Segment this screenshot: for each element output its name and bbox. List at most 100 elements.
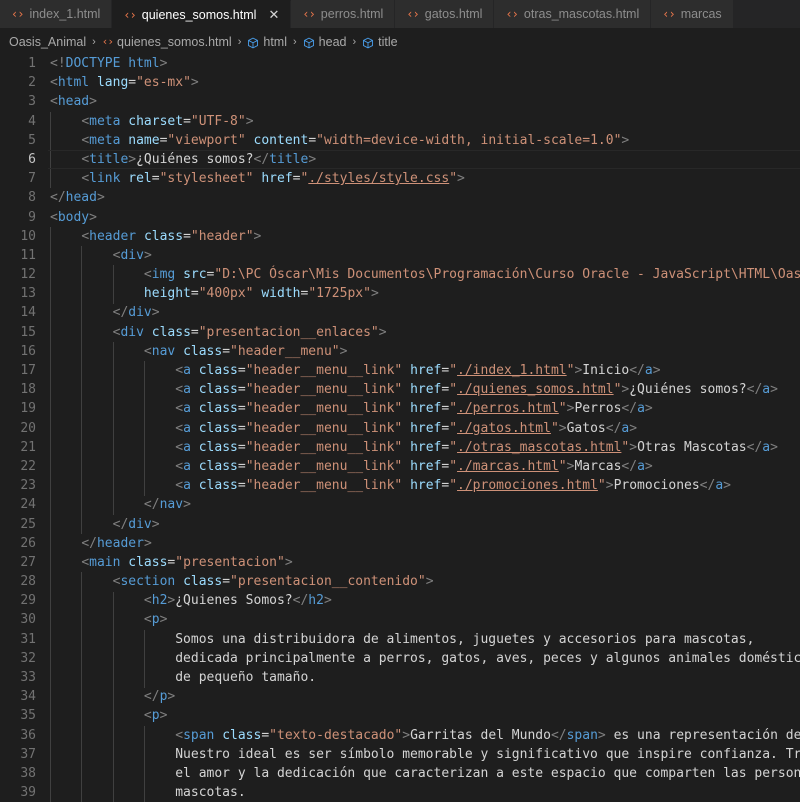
editor-tab-marcas[interactable]: ‹› marcas (651, 0, 734, 28)
code-line[interactable]: 29 <h2>¿Quienes Somos?</h2> (0, 591, 800, 610)
code-line[interactable]: 1 <!DOCTYPE html> (0, 54, 800, 73)
code-line[interactable]: 32 dedicada principalmente a perros, gat… (0, 649, 800, 668)
code-token: Garritas del Mundo (410, 727, 551, 743)
code-token: " (449, 439, 458, 455)
editor-tab-otras_mascotas-html[interactable]: ‹› otras_mascotas.html (494, 0, 652, 28)
code-line[interactable]: 28 <section class="presentacion__conteni… (0, 572, 800, 591)
symbol-cube-icon (303, 37, 315, 49)
code-line[interactable]: 38 el amor y la dedicación que caracteri… (0, 764, 800, 783)
code-line[interactable]: 7 <link rel="stylesheet" href="./styles/… (0, 169, 800, 188)
code-line[interactable]: 21 <a class="header__menu__link" href=".… (0, 438, 800, 457)
code-token: < (143, 267, 152, 283)
html-file-icon: ‹› (505, 7, 518, 21)
code-content[interactable]: 1 <!DOCTYPE html> 2 <html lang="es-mx"> 3 <he… (0, 54, 800, 802)
line-number: 26 (20, 535, 36, 551)
code-token: " (449, 478, 458, 494)
code-token: = (190, 286, 199, 302)
line-number: 16 (20, 343, 36, 359)
code-line[interactable]: 25 </div> (0, 515, 800, 534)
code-token: "es-mx" (136, 75, 191, 91)
code-line[interactable]: 5 <meta name="viewport" content="width=d… (0, 131, 800, 150)
code-line[interactable]: 4 <meta charset="UTF-8"> (0, 112, 800, 131)
code-token: a (183, 478, 191, 494)
code-line[interactable]: 20 <a class="header__menu__link" href=".… (0, 419, 800, 438)
code-line[interactable]: 17 <a class="header__menu__link" href=".… (0, 361, 800, 380)
code-line[interactable]: 31 Somos una distribuidora de alimentos,… (0, 630, 800, 649)
code-text: </nav> (50, 495, 191, 514)
code-line[interactable]: 30 <p> (0, 610, 800, 629)
code-token: " (550, 420, 559, 436)
code-line[interactable]: 2 <html lang="es-mx"> (0, 73, 800, 92)
tab-close-icon[interactable]: ✕ (268, 8, 279, 21)
breadcrumb-item-quienes_somos-html[interactable]: ‹› quienes_somos.html (102, 35, 232, 49)
code-line[interactable]: 35 <p> (0, 706, 800, 725)
code-token: a (715, 478, 724, 494)
code-line[interactable]: 26 </header> (0, 534, 800, 553)
code-line[interactable]: 22 <a class="header__menu__link" href=".… (0, 457, 800, 476)
html-file-icon: ‹› (302, 7, 315, 21)
code-text: <div> (50, 246, 152, 265)
breadcrumb: Oasis_Animal › ‹› quienes_somos.html › html › h… (0, 29, 800, 54)
code-line[interactable]: 33 de pequeño tamaño. (0, 668, 800, 687)
code-token: class (183, 574, 223, 590)
code-line[interactable]: 18 <a class="header__menu__link" href=".… (0, 380, 800, 399)
code-token: </ (81, 535, 97, 551)
code-line[interactable]: 14 </div> (0, 303, 800, 322)
code-token: " (449, 420, 458, 436)
breadcrumb-item-html[interactable]: html (247, 35, 287, 49)
code-line[interactable]: 6 <title>¿Quiénes somos?</title> (0, 149, 800, 170)
code-token: "header__menu__link" (245, 382, 403, 398)
code-line[interactable]: 13 height="400px" width="1725px"> (0, 284, 800, 303)
code-token: > (143, 535, 152, 551)
line-number: 21 (20, 439, 36, 455)
code-token: dedicada principalmente a perros, gatos,… (50, 650, 800, 666)
code-token: nav (159, 497, 184, 513)
code-token: " (449, 171, 458, 187)
code-token: h2 (308, 593, 324, 609)
code-token: = (190, 324, 199, 340)
code-line[interactable]: 36 <span class="texto-destacado">Garrita… (0, 726, 800, 745)
code-line[interactable]: 8 </head> (0, 188, 800, 207)
code-line[interactable]: 12 <img src="D:\PC Óscar\Mis Documentos\… (0, 265, 800, 284)
breadcrumb-item-head[interactable]: head (303, 35, 346, 49)
editor-tab-perros-html[interactable]: ‹› perros.html (291, 0, 396, 28)
breadcrumb-item-title[interactable]: title (362, 35, 398, 49)
code-text: </header> (50, 534, 152, 553)
code-line[interactable]: 3 <head> (0, 92, 800, 111)
line-number: 31 (20, 631, 36, 647)
code-line[interactable]: 10 <header class="header"> (0, 227, 800, 246)
code-line[interactable]: 23 <a class="header__menu__link" href=".… (0, 476, 800, 495)
code-text: <nav class="header__menu"> (50, 342, 348, 361)
breadcrumb-separator-icon: › (293, 35, 297, 48)
code-token: </ (605, 420, 622, 436)
line-number: 39 (20, 785, 36, 801)
code-line[interactable]: 24 </nav> (0, 495, 800, 514)
code-line[interactable]: 16 <nav class="header__menu"> (0, 342, 800, 361)
code-text: <img src="D:\PC Óscar\Mis Documentos\Pro… (50, 265, 800, 284)
breadcrumb-item-Oasis_Animal[interactable]: Oasis_Animal (9, 35, 86, 49)
editor-tab-index_1-html[interactable]: ‹› index_1.html (0, 0, 113, 28)
code-token: "400px" (198, 286, 254, 302)
code-line[interactable]: 37 Nuestro ideal es ser símbolo memorabl… (0, 745, 800, 764)
editor-tab-quienes_somos-html[interactable]: ‹› quienes_somos.html ✕ (112, 0, 292, 28)
code-line[interactable]: 9 <body> (0, 208, 800, 227)
code-token: ./styles/style.css (308, 171, 450, 187)
code-token: ./gatos.html (457, 420, 551, 436)
code-line[interactable]: 39 mascotas. (0, 783, 800, 802)
code-editor[interactable]: 1 <!DOCTYPE html> 2 <html lang="es-mx"> 3 <he… (0, 54, 800, 802)
code-line[interactable]: 15 <div class="presentacion__enlaces"> (0, 323, 800, 342)
code-line[interactable]: 11 <div> (0, 246, 800, 265)
code-token: "header__menu" (230, 343, 340, 359)
code-line[interactable]: 27 <main class="presentacion"> (0, 553, 800, 572)
code-token: > (370, 286, 379, 302)
code-line[interactable]: 19 <a class="header__menu__link" href=".… (0, 399, 800, 418)
code-text: <p> (50, 610, 167, 629)
code-line[interactable]: 34 </p> (0, 687, 800, 706)
code-token: > (167, 689, 176, 705)
editor-tab-gatos-html[interactable]: ‹› gatos.html (395, 0, 495, 28)
code-text: el amor y la dedicación que caracterizan… (50, 764, 800, 783)
